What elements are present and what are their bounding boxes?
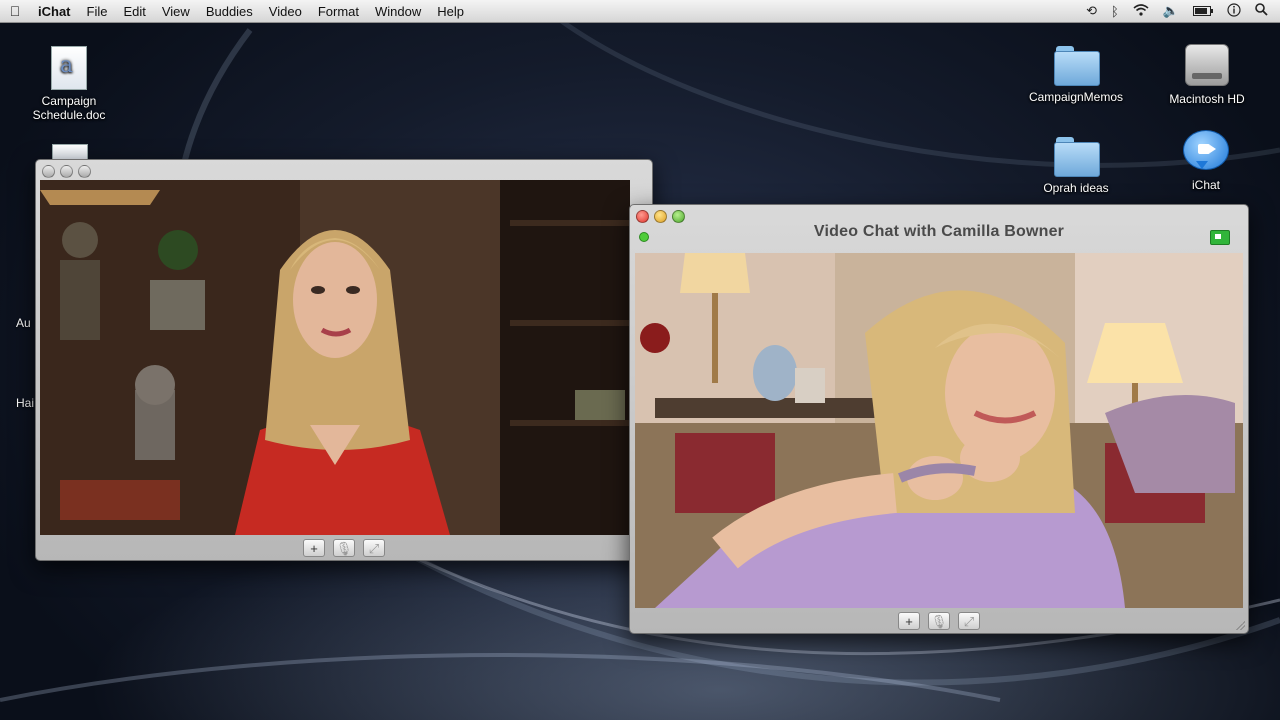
menu-extras: ⟲ ᛒ 🔈 [1086,2,1280,20]
video-chat-window: Video Chat with Camilla Bowner + 🎙 ⤢ [629,204,1249,634]
menu-edit[interactable]: Edit [115,4,153,19]
desktop-icon-ichat[interactable]: iChat [1141,130,1271,192]
desktop-icon-macintosh-hd[interactable]: Macintosh HD [1142,44,1272,106]
menu-app-ichat[interactable]: iChat [30,4,79,19]
spotlight-search-icon[interactable] [1255,3,1268,19]
desktop-icon-oprah-ideas[interactable]: Oprah ideas [1011,137,1141,195]
time-machine-icon[interactable]: ⟲ [1086,3,1097,19]
battery-icon[interactable] [1193,4,1213,19]
desktop-icon-label: Campaign Schedule.doc [32,94,106,122]
zoom-button[interactable] [672,210,685,223]
mic-icon: 🎙 [335,540,353,556]
user-account-icon[interactable] [1227,2,1241,20]
desktop-icon-campaignmemos[interactable]: CampaignMemos [1011,46,1141,104]
remote-video-feed [635,253,1243,608]
ichat-icon [1183,130,1229,170]
minimize-button[interactable] [654,210,667,223]
video-preview-window: + 🎙 ⤢ [35,159,653,561]
video-camera-icon[interactable] [1210,230,1230,245]
window-title: Video Chat with Camilla Bowner [813,223,1065,240]
desktop-icon-label: iChat [1191,178,1220,192]
local-video-feed [40,180,630,535]
desktop-icon-label: Macintosh HD [1169,92,1245,106]
folder-icon [1054,137,1100,177]
desktop-icon-label: Oprah ideas [1043,181,1109,195]
resize-handle[interactable] [1235,620,1245,630]
fullscreen-button[interactable]: ⤢ [363,539,385,557]
desktop-icon-label-partial: Au [16,316,31,330]
desktop-icon-label: CampaignMemos [1028,90,1124,104]
fullscreen-icon: ⤢ [963,613,975,629]
menu-help[interactable]: Help [429,4,472,19]
folder-icon [1054,46,1100,86]
close-button[interactable] [636,210,649,223]
fullscreen-icon: ⤢ [368,540,380,556]
mute-button[interactable]: 🎙 [928,612,950,630]
fullscreen-button[interactable]: ⤢ [958,612,980,630]
menu-video[interactable]: Video [261,4,310,19]
apple-menu-icon[interactable]:  [0,3,30,19]
mute-button[interactable]: 🎙 [333,539,355,557]
wifi-icon[interactable] [1133,3,1149,19]
hard-drive-icon [1185,44,1229,86]
window-controls [636,210,685,223]
bluetooth-icon[interactable]: ᛒ [1111,4,1119,19]
menu-format[interactable]: Format [310,4,367,19]
word-doc-icon: a [51,46,87,90]
minimize-button[interactable] [60,165,73,178]
desktop-icon-campaign-schedule[interactable]: a Campaign Schedule.doc [4,46,134,122]
window-titlebar[interactable] [36,160,652,182]
menu-window[interactable]: Window [367,4,429,19]
add-button[interactable]: + [303,539,325,557]
menu-buddies[interactable]: Buddies [198,4,261,19]
volume-icon[interactable]: 🔈 [1163,3,1179,19]
desktop-icon-label-partial: Hai [16,396,35,410]
menu-view[interactable]: View [154,4,198,19]
window-controls [42,165,91,178]
close-button[interactable] [42,165,55,178]
video-preview-toolbar: + 🎙 ⤢ [36,536,652,560]
add-button[interactable]: + [898,612,920,630]
mic-icon: 🎙 [930,613,948,629]
window-titlebar[interactable]: Video Chat with Camilla Bowner [630,205,1248,249]
menu-file[interactable]: File [79,4,116,19]
video-chat-toolbar: + 🎙 ⤢ [630,609,1248,633]
menu-bar:  iChat File Edit View Buddies Video For… [0,0,1280,23]
zoom-button[interactable] [78,165,91,178]
